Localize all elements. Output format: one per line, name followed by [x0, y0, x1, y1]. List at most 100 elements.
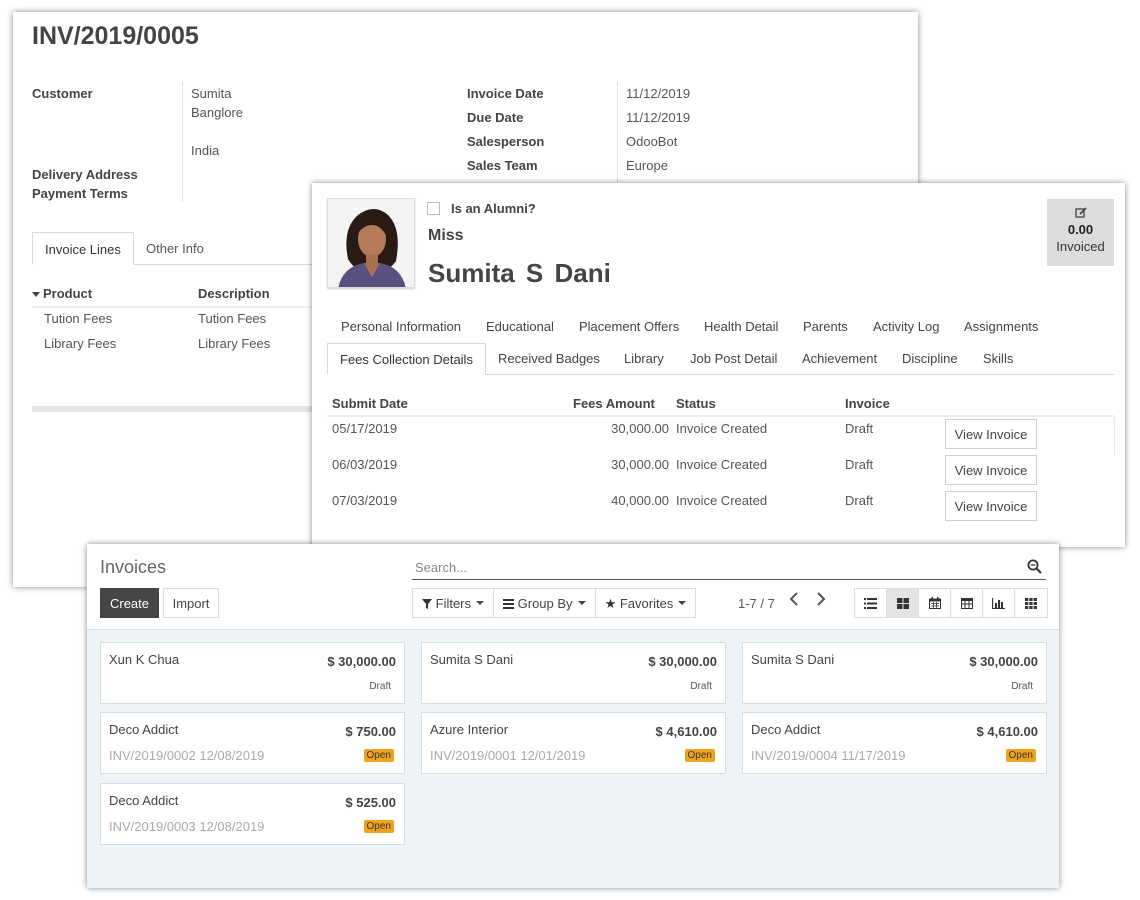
invoiced-label: Invoiced: [1056, 239, 1105, 254]
status-badge: Open: [1005, 749, 1036, 762]
invoice-card[interactable]: Sumita S Dani $ 30,000.00 Draft: [421, 642, 726, 704]
kanban-area: Xun K Chua $ 30,000.00 Draft Sumita S Da…: [87, 629, 1059, 888]
search-options: Filters Group By ★ Favorites: [412, 588, 697, 618]
fee-status[interactable]: Invoice Created: [676, 421, 767, 436]
card-amount: $ 30,000.00: [969, 654, 1038, 669]
invoice-card[interactable]: Deco Addict $ 525.00 INV/2019/0003 12/08…: [100, 783, 405, 845]
tab-skills[interactable]: Skills: [971, 343, 1025, 374]
pager-value[interactable]: 1-7 / 7: [738, 596, 775, 611]
create-button[interactable]: Create: [100, 588, 159, 618]
group-by-dropdown[interactable]: Group By: [494, 589, 596, 617]
filters-dropdown[interactable]: Filters: [413, 589, 495, 617]
fee-invoice-state[interactable]: Draft: [845, 421, 873, 436]
tab-activity-log[interactable]: Activity Log: [861, 311, 951, 342]
tab-parents[interactable]: Parents: [791, 311, 860, 342]
card-amount: $ 525.00: [345, 795, 396, 810]
tab-library[interactable]: Library: [612, 343, 676, 374]
invoice-card[interactable]: Deco Addict $ 4,610.00 INV/2019/0004 11/…: [742, 712, 1047, 774]
view-invoice-button[interactable]: View Invoice: [945, 419, 1037, 449]
chevron-down-icon: [577, 600, 586, 605]
tab-invoice-lines[interactable]: Invoice Lines: [32, 232, 134, 265]
fee-invoice-state[interactable]: Draft: [845, 493, 873, 508]
kanban-view-icon[interactable]: [887, 589, 919, 617]
chevron-left-icon[interactable]: [789, 592, 799, 610]
line-product[interactable]: Library Fees: [44, 336, 116, 351]
tab-job-post-detail[interactable]: Job Post Detail: [678, 343, 789, 374]
chevron-right-icon[interactable]: [816, 592, 826, 610]
card-amount: $ 750.00: [345, 724, 396, 739]
tab-fees-collection-details[interactable]: Fees Collection Details: [327, 343, 486, 375]
product-column-header[interactable]: Product: [32, 286, 92, 301]
description-column-header[interactable]: Description: [198, 286, 270, 301]
search-bar: [412, 556, 1046, 580]
status-header[interactable]: Status: [676, 396, 716, 411]
search-icon[interactable]: [1027, 559, 1042, 574]
tab-placement-offers[interactable]: Placement Offers: [567, 311, 691, 342]
invoice-header[interactable]: Invoice: [845, 396, 890, 411]
tab-achievement[interactable]: Achievement: [790, 343, 889, 374]
invoice-card[interactable]: Xun K Chua $ 30,000.00 Draft: [100, 642, 405, 704]
invoice-card[interactable]: Deco Addict $ 750.00 INV/2019/0002 12/08…: [100, 712, 405, 774]
calendar-view-icon[interactable]: [919, 589, 951, 617]
invoices-list-panel: Invoices Create Import Filters Group By …: [87, 544, 1059, 888]
fee-invoice-state[interactable]: Draft: [845, 457, 873, 472]
graph-view-icon[interactable]: [983, 589, 1015, 617]
fee-submit-date[interactable]: 07/03/2019: [332, 493, 397, 508]
fee-amount[interactable]: 40,000.00: [549, 493, 669, 508]
pivot-view-icon[interactable]: [951, 589, 983, 617]
search-input[interactable]: [415, 560, 995, 575]
list-view-icon[interactable]: [855, 589, 887, 617]
card-reference: INV/2019/0004 11/17/2019: [751, 748, 906, 763]
view-invoice-button[interactable]: View Invoice: [945, 455, 1037, 485]
tab-discipline[interactable]: Discipline: [890, 343, 970, 374]
grid-view-icon[interactable]: [1015, 589, 1047, 617]
student-name: Sumita S Dani: [428, 258, 611, 288]
tab-assignments[interactable]: Assignments: [952, 311, 1050, 342]
card-customer: Deco Addict: [109, 722, 179, 737]
card-customer: Azure Interior: [430, 722, 509, 737]
fee-amount[interactable]: 30,000.00: [549, 457, 669, 472]
invoice-card[interactable]: Azure Interior $ 4,610.00 INV/2019/0001 …: [421, 712, 726, 774]
fee-amount[interactable]: 30,000.00: [549, 421, 669, 436]
field-divider: [182, 82, 183, 202]
filter-icon: [422, 599, 432, 609]
salesperson-value[interactable]: OdooBot: [626, 134, 677, 149]
group-by-label: Group By: [517, 596, 573, 611]
favorites-dropdown[interactable]: ★ Favorites: [595, 589, 696, 617]
tab-health-detail[interactable]: Health Detail: [692, 311, 790, 342]
tab-received-badges[interactable]: Received Badges: [486, 343, 612, 374]
fee-status[interactable]: Invoice Created: [676, 457, 767, 472]
line-description[interactable]: Tution Fees: [198, 311, 266, 326]
invoice-card[interactable]: Sumita S Dani $ 30,000.00 Draft: [742, 642, 1047, 704]
tab-other-info[interactable]: Other Info: [134, 232, 216, 265]
card-amount: $ 30,000.00: [648, 654, 717, 669]
alumni-checkbox[interactable]: [427, 202, 440, 215]
table-footer: [32, 406, 314, 412]
status-badge: Open: [684, 749, 715, 762]
tab-personal-information[interactable]: Personal Information: [329, 311, 473, 342]
invoice-number: INV/2019/0005: [32, 22, 199, 50]
fee-submit-date[interactable]: 05/17/2019: [332, 421, 397, 436]
fee-submit-date[interactable]: 06/03/2019: [332, 457, 397, 472]
import-button[interactable]: Import: [163, 588, 219, 618]
customer-country: India: [191, 143, 220, 158]
submit-date-header[interactable]: Submit Date: [332, 396, 408, 411]
card-amount: $ 4,610.00: [976, 724, 1038, 739]
table-edge: [1114, 417, 1115, 455]
header-divider: [327, 415, 1114, 417]
card-customer: Xun K Chua: [109, 652, 180, 667]
student-photo-image: [328, 199, 414, 287]
line-product[interactable]: Tution Fees: [44, 311, 112, 326]
line-description[interactable]: Library Fees: [198, 336, 270, 351]
status-badge: Open: [363, 749, 394, 762]
tab-educational[interactable]: Educational: [474, 311, 566, 342]
customer-name[interactable]: Sumita: [191, 86, 231, 101]
invoiced-amount: 0.00: [1067, 222, 1094, 237]
status-badge: Draft: [369, 681, 391, 692]
fees-amount-header[interactable]: Fees Amount: [573, 396, 655, 411]
view-invoice-button[interactable]: View Invoice: [945, 491, 1037, 521]
sales-team-value[interactable]: Europe: [626, 158, 668, 173]
student-avatar[interactable]: [327, 198, 415, 288]
fee-status[interactable]: Invoice Created: [676, 493, 767, 508]
invoiced-stat-button[interactable]: 0.00 Invoiced: [1047, 199, 1114, 266]
